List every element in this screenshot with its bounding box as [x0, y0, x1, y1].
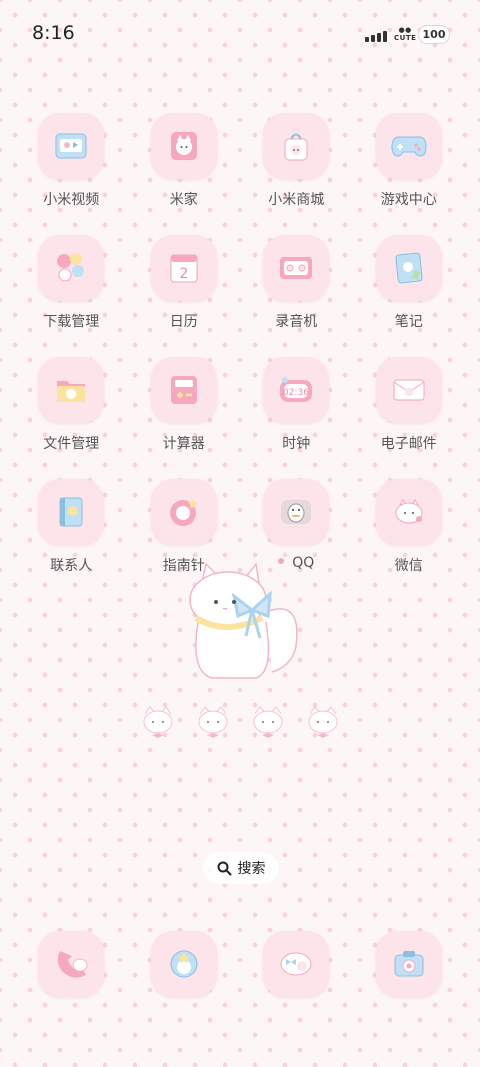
contacts-book-icon — [59, 497, 83, 527]
cat-face-icon — [198, 706, 228, 738]
notebook-icon — [395, 252, 423, 284]
app-wechat[interactable]: 微信 — [353, 479, 466, 601]
app-mijia[interactable]: 米家 — [128, 113, 241, 235]
browser-globe-icon — [170, 950, 198, 978]
app-recorder[interactable]: 录音机 — [240, 235, 353, 357]
dock-messages[interactable] — [240, 931, 353, 997]
app-tile[interactable] — [263, 479, 330, 545]
folder-icon — [57, 381, 86, 402]
battery-indicator: 100 — [418, 25, 450, 44]
video-icon — [55, 133, 87, 159]
clock-icon: 02:36 — [280, 377, 313, 402]
app-label: 录音机 — [275, 314, 318, 330]
app-tile[interactable] — [38, 235, 105, 301]
app-tile[interactable] — [150, 931, 217, 997]
app-label: 游戏中心 — [380, 192, 437, 208]
store-bag-icon — [284, 133, 308, 161]
page-indicator — [140, 704, 341, 742]
search-label: 搜索 — [237, 861, 266, 877]
carrier-badge: ●● CUTE — [394, 26, 416, 42]
messages-icon — [280, 952, 312, 976]
app-label: 时钟 — [282, 436, 311, 452]
envelope-icon — [393, 379, 425, 401]
app-label: 联系人 — [50, 558, 93, 574]
app-tile[interactable] — [38, 479, 105, 545]
cat-face-icon — [143, 706, 173, 738]
app-row: 文件管理 计算器 02:36 时钟 电子邮件 — [15, 357, 465, 479]
app-calculator[interactable]: 计算器 — [128, 357, 241, 479]
app-clock[interactable]: 02:36 时钟 — [240, 357, 353, 479]
dock — [15, 931, 465, 997]
dock-browser[interactable] — [128, 931, 241, 997]
app-email[interactable]: 电子邮件 — [353, 357, 466, 479]
app-row: 小米视频 米家 小米商城 游戏中心 — [15, 113, 465, 235]
app-label: 微信 — [394, 558, 423, 574]
app-label: 笔记 — [394, 314, 423, 330]
app-calendar[interactable]: 2 日历 — [128, 235, 241, 357]
calendar-day: 2 — [179, 266, 188, 282]
penguin-icon — [281, 500, 312, 524]
app-label: 下载管理 — [43, 314, 100, 330]
cat-illustration — [189, 562, 298, 679]
recorder-icon — [280, 257, 313, 279]
app-tile[interactable] — [150, 113, 217, 179]
app-tile[interactable] — [375, 357, 442, 423]
app-tile[interactable] — [263, 113, 330, 179]
app-tile[interactable] — [375, 931, 442, 997]
carrier-dots-icon: ●● — [398, 26, 412, 34]
app-label: 小米商城 — [268, 192, 325, 208]
search-icon — [217, 861, 231, 875]
calendar-icon: 2 — [170, 254, 198, 283]
cat-face-icon — [308, 706, 338, 738]
camera-icon — [394, 951, 424, 977]
app-tile[interactable] — [38, 113, 105, 179]
app-label: 电子邮件 — [380, 436, 437, 452]
status-time: 8:16 — [32, 22, 75, 44]
app-label: 文件管理 — [43, 436, 100, 452]
app-tile[interactable] — [263, 235, 330, 301]
dock-phone[interactable] — [15, 931, 128, 997]
app-label: 小米视频 — [43, 192, 100, 208]
app-contacts[interactable]: 联系人 — [15, 479, 128, 601]
compass-icon — [169, 499, 198, 526]
app-tile[interactable] — [375, 235, 442, 301]
calculator-icon — [170, 376, 197, 404]
balloons-icon — [57, 253, 85, 282]
clock-time: 02:36 — [283, 388, 309, 398]
app-label: 计算器 — [162, 436, 205, 452]
app-tile[interactable] — [263, 931, 330, 997]
app-mi-store[interactable]: 小米商城 — [240, 113, 353, 235]
app-label: 米家 — [169, 192, 198, 208]
app-label: 日历 — [169, 314, 198, 330]
app-tile[interactable] — [375, 113, 442, 179]
search-button[interactable]: 搜索 — [203, 852, 279, 884]
signal-icon — [365, 31, 387, 42]
app-file-manager[interactable]: 文件管理 — [15, 357, 128, 479]
app-tile[interactable]: 02:36 — [263, 357, 330, 423]
app-notes[interactable]: 笔记 — [353, 235, 466, 357]
gamepad-icon — [391, 136, 427, 157]
dock-camera[interactable] — [353, 931, 466, 997]
app-tile[interactable] — [150, 479, 217, 545]
home-icon — [170, 132, 197, 160]
cat-face-icon — [253, 706, 283, 738]
app-tile[interactable] — [150, 357, 217, 423]
cat-chat-icon — [395, 499, 423, 524]
app-grid: 小米视频 米家 小米商城 游戏中心 下载管理 2 日历 录音机 笔记 文件管理 … — [15, 113, 465, 601]
phone-icon — [58, 951, 88, 978]
carrier-badge-text: CUTE — [394, 34, 417, 42]
app-downloads[interactable]: 下载管理 — [15, 235, 128, 357]
app-tile[interactable] — [38, 357, 105, 423]
app-tile[interactable] — [375, 479, 442, 545]
app-mi-video[interactable]: 小米视频 — [15, 113, 128, 235]
app-tile[interactable] — [38, 931, 105, 997]
app-game-center[interactable]: 游戏中心 — [353, 113, 466, 235]
app-row: 下载管理 2 日历 录音机 笔记 — [15, 235, 465, 357]
app-tile[interactable]: 2 — [150, 235, 217, 301]
status-bar: 8:16 ●● CUTE 100 — [0, 0, 480, 66]
